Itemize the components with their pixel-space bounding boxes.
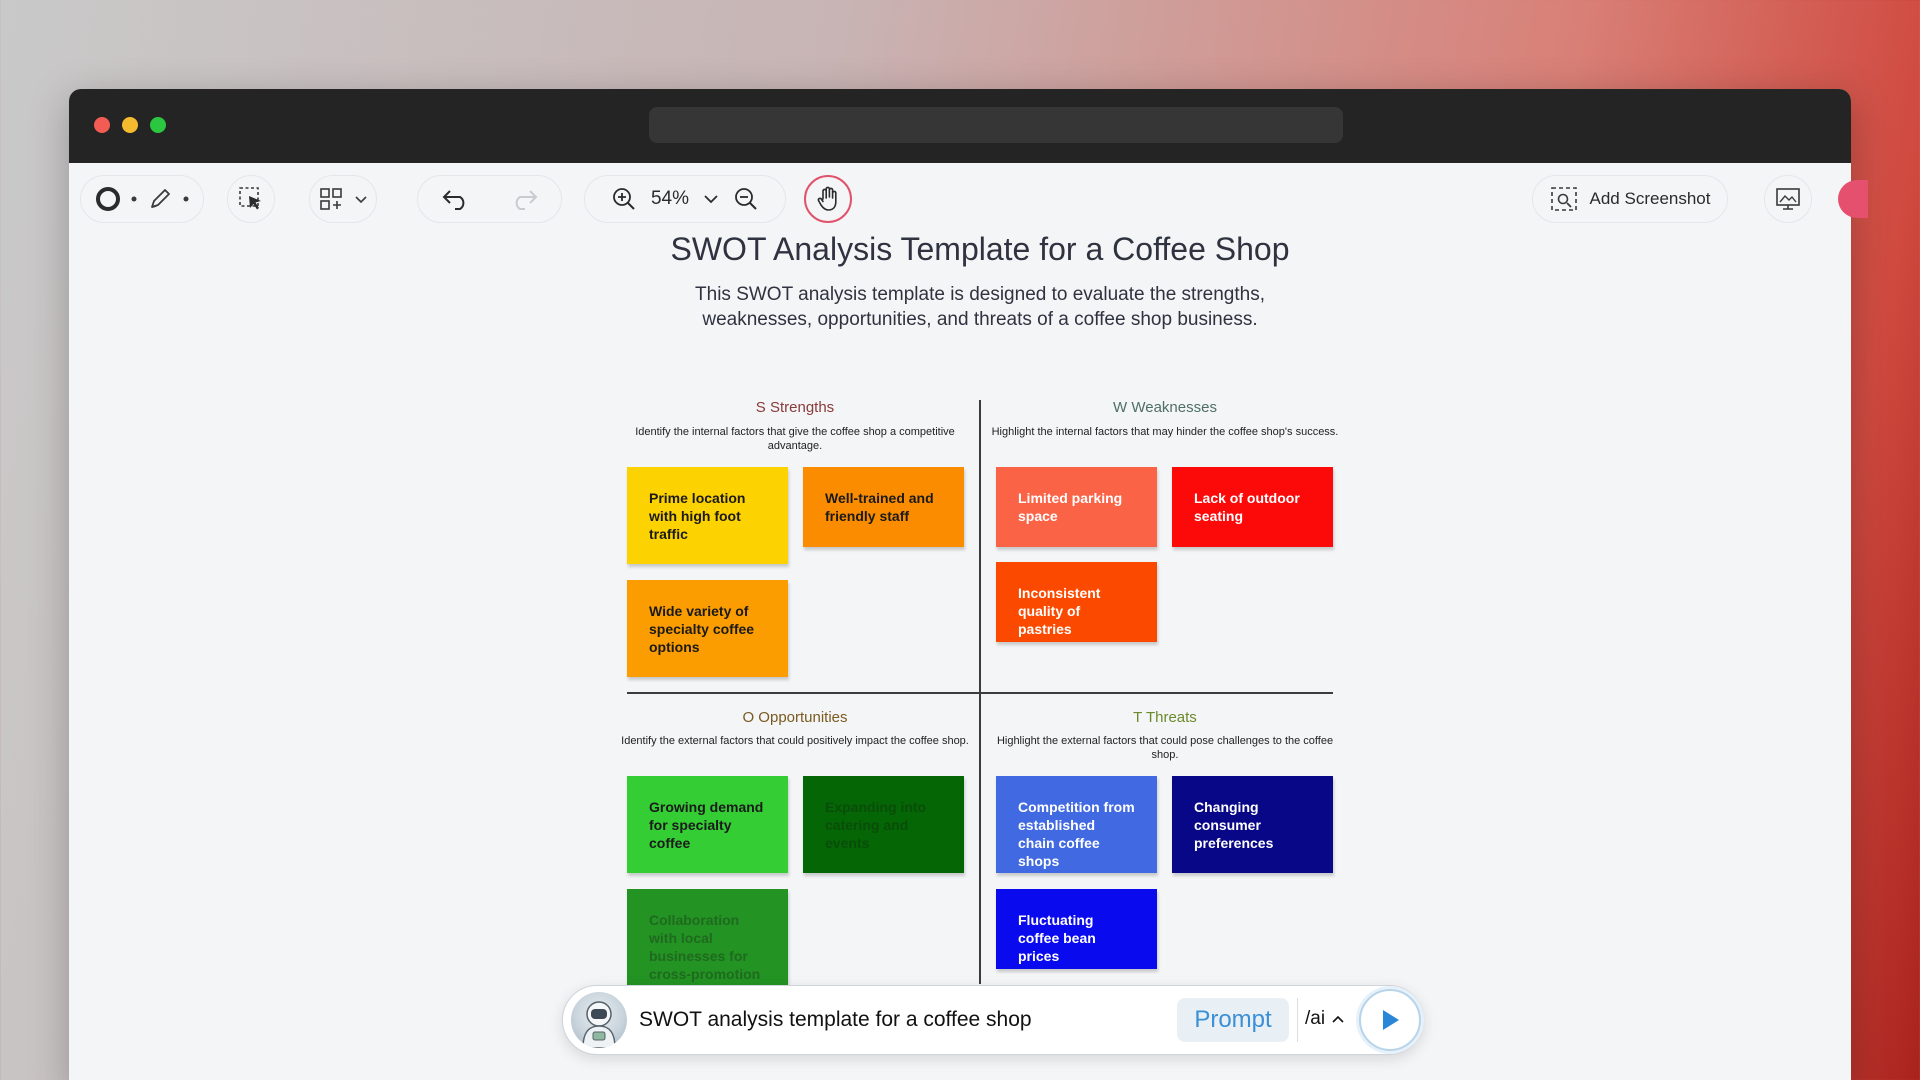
maximize-window-button[interactable] bbox=[150, 117, 166, 133]
page-description: This SWOT analysis template is designed … bbox=[695, 284, 1265, 330]
sticky-note[interactable]: Competition from established chain coffe… bbox=[996, 776, 1157, 873]
ai-command-label: /ai bbox=[1305, 1008, 1326, 1029]
shapes-tool-group[interactable] bbox=[309, 175, 377, 223]
sticky-note[interactable]: Prime location with high foot traffic bbox=[627, 467, 788, 564]
prompt-separator bbox=[1297, 998, 1298, 1042]
undo-icon[interactable] bbox=[441, 187, 471, 211]
hand-icon bbox=[815, 185, 841, 213]
sticky-note[interactable]: Well-trained and friendly staff bbox=[803, 467, 964, 547]
opportunities-description: Identify the external factors that could… bbox=[621, 735, 969, 747]
add-screenshot-button[interactable]: Add Screenshot bbox=[1532, 175, 1728, 223]
send-prompt-button[interactable] bbox=[1359, 989, 1421, 1051]
sticky-note[interactable]: Inconsistent quality of pastries bbox=[996, 562, 1157, 642]
screenshot-icon bbox=[1550, 186, 1578, 212]
draw-tools-group bbox=[80, 175, 204, 223]
prompt-mode-button[interactable]: Prompt bbox=[1177, 998, 1289, 1042]
prompt-input[interactable]: SWOT analysis template for a coffee shop bbox=[639, 1008, 1032, 1032]
zoom-level[interactable]: 54% bbox=[651, 188, 689, 210]
zoom-group: 54% bbox=[584, 175, 786, 223]
zoom-in-icon[interactable] bbox=[611, 186, 637, 212]
dot-icon bbox=[183, 196, 189, 202]
sticky-note[interactable]: Limited parking space bbox=[996, 467, 1157, 547]
ai-command-toggle[interactable]: /ai bbox=[1305, 1008, 1345, 1030]
pan-tool-button[interactable] bbox=[804, 175, 852, 223]
sticky-note[interactable]: Expanding into catering and events bbox=[803, 776, 964, 873]
present-button[interactable] bbox=[1764, 175, 1812, 223]
sticky-note[interactable]: Lack of outdoor seating bbox=[1172, 467, 1333, 547]
close-window-button[interactable] bbox=[94, 117, 110, 133]
address-bar[interactable] bbox=[649, 107, 1343, 143]
sticky-note[interactable]: Changing consumer preferences bbox=[1172, 776, 1333, 873]
chevron-down-icon[interactable] bbox=[703, 194, 719, 204]
chevron-up-icon bbox=[1331, 1014, 1345, 1024]
circle-tool-icon[interactable] bbox=[95, 186, 121, 212]
astronaut-avatar-icon bbox=[571, 992, 627, 1048]
sticky-note[interactable]: Collaboration with local businesses for … bbox=[627, 889, 788, 985]
threats-description: Highlight the external factors that coul… bbox=[996, 735, 1334, 761]
sticky-note[interactable]: Growing demand for specialty coffee bbox=[627, 776, 788, 873]
image-frame-icon bbox=[1774, 186, 1802, 212]
quadrant-horizontal-divider bbox=[627, 692, 1333, 694]
user-avatar-button[interactable] bbox=[1838, 180, 1868, 218]
chevron-down-icon[interactable] bbox=[354, 194, 368, 204]
pencil-icon[interactable] bbox=[147, 186, 173, 212]
select-tool-group bbox=[227, 175, 275, 223]
play-icon bbox=[1379, 1008, 1401, 1032]
history-group bbox=[417, 175, 562, 223]
strengths-title: S Strengths bbox=[755, 399, 835, 416]
opportunities-title: O Opportunities bbox=[742, 709, 848, 726]
title-bar bbox=[69, 89, 1851, 163]
sticky-note[interactable]: Wide variety of specialty coffee options bbox=[627, 580, 788, 677]
add-screenshot-label: Add Screenshot bbox=[1589, 189, 1711, 208]
page-title: SWOT Analysis Template for a Coffee Shop bbox=[670, 231, 1290, 267]
threats-title: T Threats bbox=[1133, 709, 1197, 726]
redo-icon[interactable] bbox=[509, 187, 539, 211]
weaknesses-title: W Weaknesses bbox=[1113, 399, 1217, 416]
ai-prompt-bar: SWOT analysis template for a coffee shop… bbox=[562, 985, 1424, 1055]
dot-icon bbox=[131, 196, 137, 202]
zoom-out-icon[interactable] bbox=[733, 186, 759, 212]
select-cursor-icon[interactable] bbox=[237, 185, 265, 213]
weaknesses-description: Highlight the internal factors that may … bbox=[991, 426, 1339, 438]
sticky-note[interactable]: Fluctuating coffee bean prices bbox=[996, 889, 1157, 969]
minimize-window-button[interactable] bbox=[122, 117, 138, 133]
grid-add-icon[interactable] bbox=[318, 186, 344, 212]
strengths-description: Identify the internal factors that give … bbox=[635, 426, 955, 452]
